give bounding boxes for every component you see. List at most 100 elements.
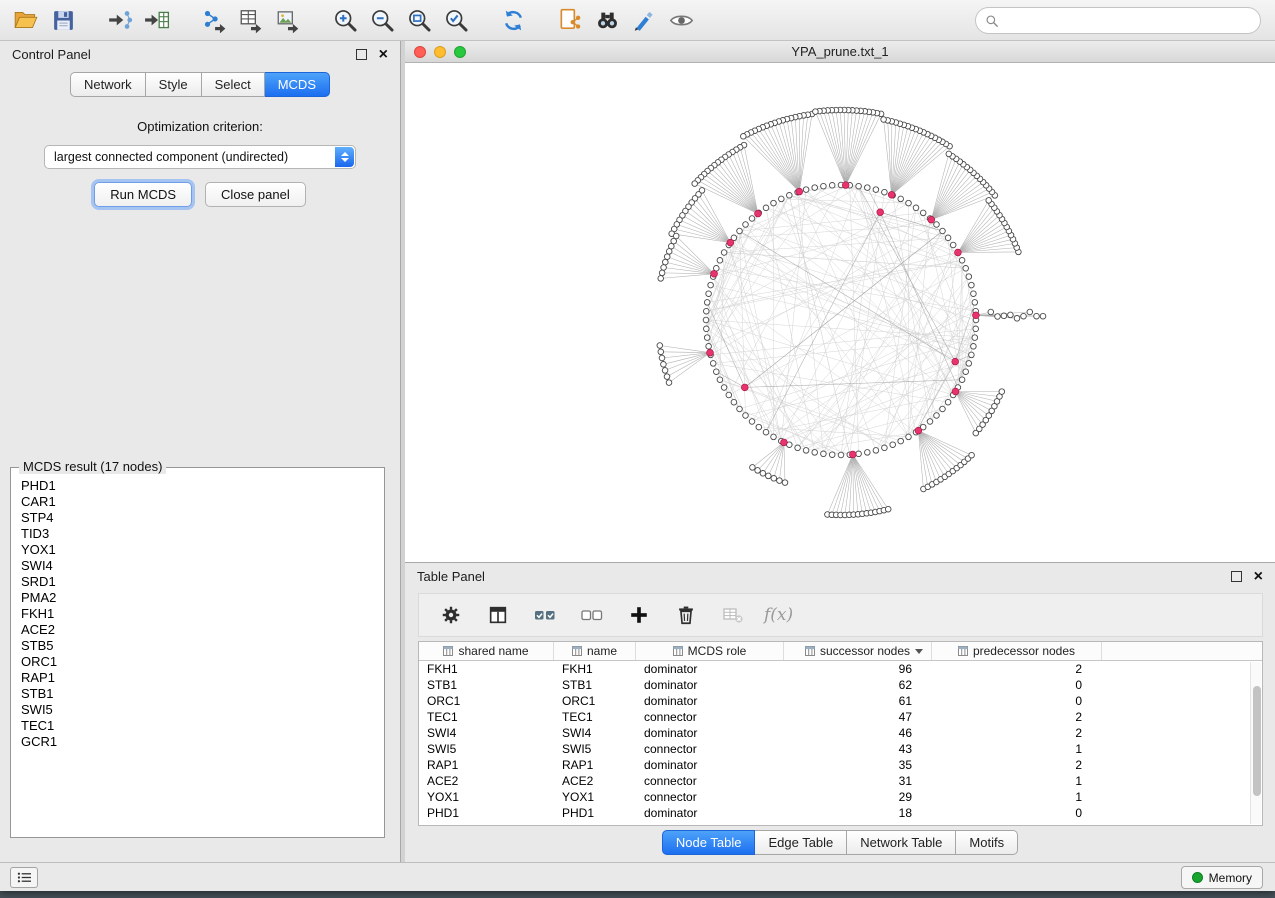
show-column-button[interactable] (482, 599, 514, 631)
tab-network-table[interactable]: Network Table (847, 830, 956, 855)
deselect-all-button[interactable] (576, 599, 608, 631)
scrollbar-thumb[interactable] (1253, 686, 1261, 796)
node-table[interactable]: shared namenameMCDS rolesuccessor nodesp… (418, 641, 1263, 826)
app-window: Control Panel × Network Style Select MCD… (0, 0, 1275, 891)
result-item[interactable]: TID3 (21, 526, 384, 542)
table-row[interactable]: SWI5SWI5connector431 (419, 741, 1262, 757)
tab-network[interactable]: Network (70, 72, 146, 97)
function-builder-button[interactable]: f(x) (764, 605, 793, 625)
brush-icon (631, 7, 657, 33)
table-settings-button[interactable] (435, 599, 467, 631)
table-row[interactable]: RAP1RAP1dominator352 (419, 757, 1262, 773)
search-input[interactable] (1004, 13, 1260, 28)
close-panel-icon[interactable]: × (379, 47, 388, 63)
column-header-successor-nodes[interactable]: successor nodes (784, 642, 932, 660)
table-panel-header: Table Panel × (405, 563, 1275, 590)
column-header-predecessor-nodes[interactable]: predecessor nodes (932, 642, 1102, 660)
split-columns-icon (487, 604, 509, 626)
result-item[interactable]: STP4 (21, 510, 384, 526)
tab-edge-table[interactable]: Edge Table (755, 830, 847, 855)
export-image-button[interactable] (272, 4, 304, 36)
table-cell: PHD1 (554, 805, 636, 821)
minimize-window-icon[interactable] (434, 46, 446, 58)
export-table-button[interactable] (235, 4, 267, 36)
export-network-icon (201, 7, 227, 33)
result-item[interactable]: CAR1 (21, 494, 384, 510)
network-titlebar[interactable]: YPA_prune.txt_1 (405, 41, 1275, 63)
table-row[interactable]: ACE2ACE2connector311 (419, 773, 1262, 789)
show-panel-button[interactable] (10, 867, 38, 888)
result-item[interactable]: ACE2 (21, 622, 384, 638)
delete-table-button[interactable] (717, 599, 749, 631)
tab-motifs[interactable]: Motifs (956, 830, 1018, 855)
search-network-button[interactable] (591, 4, 623, 36)
result-item[interactable]: FKH1 (21, 606, 384, 622)
table-scrollbar[interactable] (1250, 662, 1261, 824)
result-item[interactable]: SRD1 (21, 574, 384, 590)
select-all-button[interactable] (529, 599, 561, 631)
table-cell: FKH1 (419, 661, 554, 677)
import-table-button[interactable] (141, 4, 173, 36)
close-panel-button[interactable]: Close panel (205, 182, 306, 207)
table-cell: dominator (636, 677, 784, 693)
table-cell: 1 (932, 741, 1102, 757)
delete-row-button[interactable] (670, 599, 702, 631)
annotate-button[interactable] (628, 4, 660, 36)
global-search[interactable] (975, 7, 1261, 34)
network-graph[interactable] (405, 63, 1275, 562)
save-icon (51, 8, 76, 33)
column-header-MCDS-role[interactable]: MCDS role (636, 642, 784, 660)
zoom-in-button[interactable] (329, 4, 361, 36)
zoom-fit-icon (406, 7, 433, 34)
add-row-button[interactable] (623, 599, 655, 631)
import-network-button[interactable] (104, 4, 136, 36)
column-header-name[interactable]: name (554, 642, 636, 660)
table-cell: PHD1 (419, 805, 554, 821)
float-window-icon[interactable] (356, 49, 367, 60)
result-item[interactable]: TEC1 (21, 718, 384, 734)
save-session-button[interactable] (47, 4, 79, 36)
memory-button[interactable]: Memory (1181, 866, 1263, 889)
result-item[interactable]: STB5 (21, 638, 384, 654)
run-mcds-button[interactable]: Run MCDS (94, 182, 192, 207)
zoom-out-button[interactable] (366, 4, 398, 36)
result-item[interactable]: ORC1 (21, 654, 384, 670)
table-cell: 0 (932, 693, 1102, 709)
result-item[interactable]: STB1 (21, 686, 384, 702)
close-panel-icon[interactable]: × (1254, 569, 1263, 585)
tab-node-table[interactable]: Node Table (662, 830, 756, 855)
float-window-icon[interactable] (1231, 571, 1242, 582)
export-network-button[interactable] (198, 4, 230, 36)
result-item[interactable]: YOX1 (21, 542, 384, 558)
result-item[interactable]: PHD1 (21, 478, 384, 494)
result-item[interactable]: GCR1 (21, 734, 384, 750)
network-title: YPA_prune.txt_1 (405, 44, 1275, 59)
result-item[interactable]: SWI4 (21, 558, 384, 574)
result-item[interactable]: SWI5 (21, 702, 384, 718)
table-row[interactable]: TEC1TEC1connector472 (419, 709, 1262, 725)
zoom-selected-button[interactable] (440, 4, 472, 36)
table-row[interactable]: YOX1YOX1connector291 (419, 789, 1262, 805)
share-network-button[interactable] (554, 4, 586, 36)
table-cell: 62 (784, 677, 932, 693)
zoom-window-icon[interactable] (454, 46, 466, 58)
show-hide-button[interactable] (665, 4, 697, 36)
table-row[interactable]: STB1STB1dominator620 (419, 677, 1262, 693)
refresh-layout-button[interactable] (497, 4, 529, 36)
gear-icon (440, 604, 462, 626)
result-item[interactable]: PMA2 (21, 590, 384, 606)
table-row[interactable]: FKH1FKH1dominator962 (419, 661, 1262, 677)
zoom-fit-button[interactable] (403, 4, 435, 36)
tab-mcds[interactable]: MCDS (265, 72, 330, 97)
optimization-criterion-dropdown[interactable]: largest connected component (undirected) (44, 145, 356, 169)
table-row[interactable]: ORC1ORC1dominator610 (419, 693, 1262, 709)
result-item[interactable]: RAP1 (21, 670, 384, 686)
tab-style[interactable]: Style (146, 72, 202, 97)
table-row[interactable]: PHD1PHD1dominator180 (419, 805, 1262, 821)
tab-select[interactable]: Select (202, 72, 265, 97)
table-row[interactable]: SWI4SWI4dominator462 (419, 725, 1262, 741)
column-header-shared-name[interactable]: shared name (419, 642, 554, 660)
open-file-button[interactable] (10, 4, 42, 36)
close-window-icon[interactable] (414, 46, 426, 58)
mcds-result-list: PHD1CAR1STP4TID3YOX1SWI4SRD1PMA2FKH1ACE2… (11, 468, 384, 837)
